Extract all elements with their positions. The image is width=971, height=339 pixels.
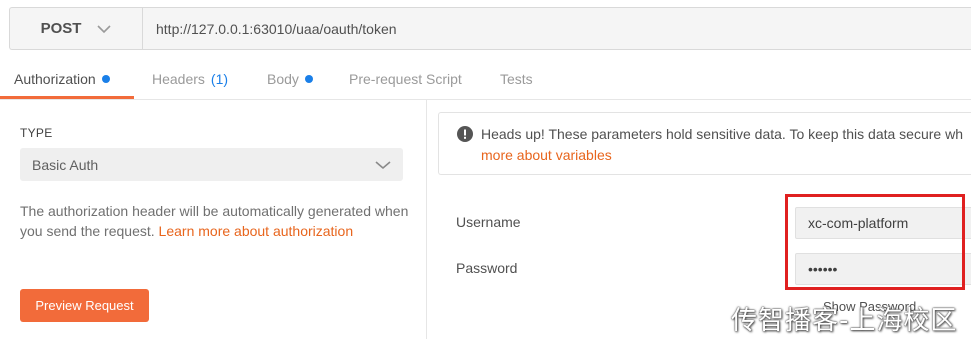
tab-label: Headers <box>152 71 205 87</box>
tab-headers[interactable]: Headers (1) <box>152 59 228 99</box>
variables-link[interactable]: more about variables <box>481 147 612 163</box>
modified-dot-icon <box>101 75 110 83</box>
tab-pre-request-script[interactable]: Pre-request Script <box>349 59 462 99</box>
preview-request-button[interactable]: Preview Request <box>20 289 149 322</box>
auth-type-panel: TYPE Basic Auth The authorization header… <box>0 100 427 339</box>
tab-label: Authorization <box>14 71 96 87</box>
warning-icon <box>457 126 473 142</box>
tab-tests[interactable]: Tests <box>500 59 533 99</box>
sensitive-data-notice: Heads up! These parameters hold sensitiv… <box>438 112 971 175</box>
method-select[interactable]: POST <box>10 8 143 49</box>
learn-more-link[interactable]: Learn more about authorization <box>159 223 354 239</box>
username-label: Username <box>456 214 521 230</box>
request-bar: POST http://127.0.0.1:63010/uaa/oauth/to… <box>9 7 971 50</box>
watermark-text: 传智播客-上海校区 <box>731 306 958 336</box>
password-field[interactable]: •••••• <box>795 253 971 285</box>
active-tab-indicator <box>0 96 134 99</box>
tab-label: Pre-request Script <box>349 71 462 87</box>
type-label: TYPE <box>20 126 53 140</box>
chevron-down-icon <box>97 24 111 33</box>
modified-dot-icon <box>304 75 313 83</box>
notice-text: Heads up! These parameters hold sensitiv… <box>481 126 963 142</box>
tab-label: Body <box>267 71 299 87</box>
password-label: Password <box>456 260 518 276</box>
auth-description: The authorization header will be automat… <box>20 201 410 241</box>
tab-label: Tests <box>500 71 533 87</box>
username-field[interactable]: xc-com-platform <box>795 207 971 239</box>
request-tabs: Authorization Headers (1) Body Pre-reque… <box>0 59 971 100</box>
method-label: POST <box>40 20 82 37</box>
url-input[interactable]: http://127.0.0.1:63010/uaa/oauth/token <box>143 8 971 49</box>
header-count-badge: (1) <box>210 71 229 87</box>
auth-type-value: Basic Auth <box>32 156 99 173</box>
auth-type-select[interactable]: Basic Auth <box>20 148 403 181</box>
tab-body[interactable]: Body <box>267 59 313 99</box>
tab-authorization[interactable]: Authorization <box>14 59 110 99</box>
chevron-down-icon <box>375 160 391 169</box>
